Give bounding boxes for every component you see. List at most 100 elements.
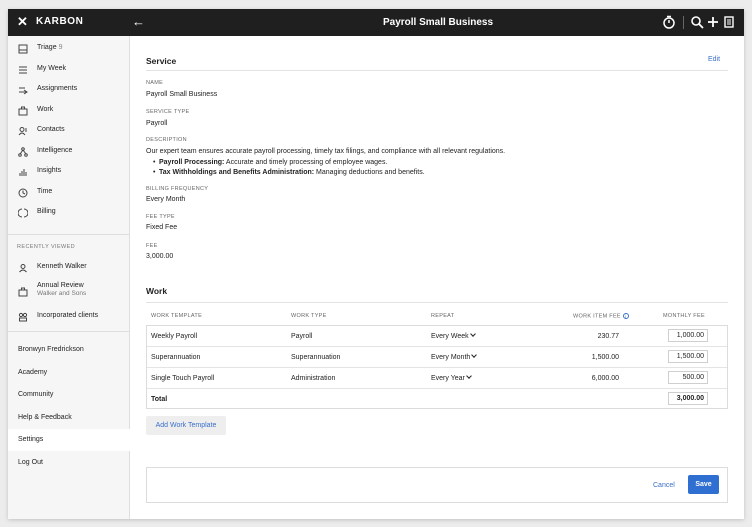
community-link[interactable]: Community — [8, 384, 130, 406]
close-icon[interactable]: ✕ — [17, 15, 28, 29]
sidebar-item-label: My Week — [37, 65, 67, 72]
sidebar-item-label: Insights — [37, 167, 62, 174]
work-heading: Work — [146, 286, 168, 296]
settings-link[interactable]: Settings — [8, 429, 130, 451]
form-footer — [146, 467, 728, 503]
billing-frequency-label: BILLING FREQUENCY — [146, 186, 209, 192]
contacts-icon — [18, 127, 27, 136]
service-heading: Service — [146, 56, 177, 66]
recent-item-label: Annual Review — [37, 282, 84, 289]
sidebar-item-label: Triage — [37, 44, 57, 51]
repeat-value: Every Month — [431, 354, 471, 361]
add-work-template-button[interactable]: Add Work Template — [146, 416, 226, 435]
total-row: Total 3,000.00 — [147, 389, 727, 410]
academy-link[interactable]: Academy — [8, 362, 130, 384]
name-label: NAME — [146, 80, 164, 86]
user-profile-link[interactable]: Bronwyn Fredrickson — [8, 339, 130, 361]
fee-type-label: FEE TYPE — [146, 214, 175, 220]
work-type-cell: Administration — [291, 375, 336, 382]
sidebar-item-triage[interactable]: Triage 9 — [8, 39, 130, 59]
work-type-cell: Superannuation — [291, 354, 341, 361]
help-feedback-label: Help & Feedback — [18, 414, 72, 421]
table-row: Superannuation Superannuation Every Mont… — [147, 347, 727, 368]
notes-icon[interactable] — [722, 15, 736, 29]
table-row: Weekly Payroll Payroll Every Week 230.77… — [147, 326, 727, 347]
work-item-fee-cell: 230.77 — [597, 333, 619, 340]
sidebar-item-intelligence[interactable]: Intelligence — [8, 142, 130, 162]
recent-item-incorporated-clients[interactable]: Incorporated clients — [8, 307, 130, 327]
work-item-fee-cell: 1,500.00 — [591, 354, 619, 361]
recently-viewed-heading: RECENTLY VIEWED — [17, 244, 76, 250]
monthly-fee-input[interactable]: 1,000.00 — [668, 329, 708, 342]
timer-icon[interactable] — [662, 15, 676, 29]
total-label: Total — [151, 396, 168, 403]
user-name: Bronwyn Fredrickson — [18, 346, 84, 353]
work-table: Weekly Payroll Payroll Every Week 230.77… — [146, 325, 728, 409]
network-icon — [18, 147, 28, 157]
edit-link[interactable]: Edit — [708, 56, 720, 63]
inbox-icon — [18, 44, 28, 54]
column-header-repeat: REPEAT — [431, 313, 455, 319]
sidebar-item-label: Work — [37, 106, 54, 113]
billing-frequency-value: Every Month — [146, 196, 186, 203]
sidebar-item-time[interactable]: Time — [8, 183, 130, 203]
topbar-divider — [683, 16, 684, 29]
repeat-value: Every Year — [431, 375, 465, 382]
sidebar-item-billing[interactable]: Billing — [8, 203, 130, 223]
settings-label: Settings — [18, 436, 44, 443]
recent-item-label: Incorporated clients — [37, 312, 99, 319]
recent-item-annual-review[interactable]: Annual Review Walker and Sons — [8, 279, 130, 305]
save-button[interactable]: Save — [688, 475, 719, 494]
bullet-item: • Payroll Processing: Accurate and timely… — [153, 159, 388, 166]
total-value: 3,000.00 — [668, 392, 708, 405]
chevron-down-icon — [471, 352, 478, 358]
fee-type-value: Fixed Fee — [146, 224, 178, 231]
cancel-button[interactable]: Cancel — [653, 482, 675, 489]
column-header-label: WORK ITEM FEE — [573, 313, 621, 320]
work-template-cell: Superannuation — [151, 354, 201, 361]
monthly-fee-input[interactable]: 500.00 — [668, 371, 708, 384]
triage-count-badge: 9 — [58, 44, 63, 51]
work-template-cell: Single Touch Payroll — [151, 375, 215, 382]
page-title: Payroll Small Business — [382, 17, 494, 28]
sidebar-item-label: Assignments — [37, 85, 78, 92]
back-arrow-icon[interactable]: ← — [132, 14, 145, 29]
repeat-select[interactable]: Every Year — [431, 373, 472, 382]
help-feedback-link[interactable]: Help & Feedback — [8, 407, 130, 429]
chevron-down-icon — [466, 373, 472, 379]
column-header-monthly-fee: MONTHLY FEE — [663, 313, 705, 319]
plus-icon[interactable] — [706, 15, 720, 29]
section-divider — [146, 70, 728, 71]
group-icon — [18, 312, 28, 322]
log-out-link[interactable]: Log Out — [8, 452, 130, 474]
repeat-select[interactable]: Every Month — [431, 352, 478, 361]
table-row: Single Touch Payroll Administration Ever… — [147, 368, 727, 389]
column-header-work-type: WORK TYPE — [291, 313, 327, 319]
clock-icon — [18, 188, 28, 198]
sidebar-divider — [8, 234, 130, 235]
repeat-value: Every Week — [431, 333, 469, 340]
repeat-select[interactable]: Every Week — [431, 331, 476, 340]
sidebar: Triage 9 My Week Assignments Work Contact… — [8, 36, 130, 519]
recent-item-kenneth-walker[interactable]: Kenneth Walker — [8, 258, 130, 278]
bullet-title: Tax Withholdings and Benefits Administra… — [159, 169, 315, 176]
search-icon[interactable] — [690, 15, 704, 29]
sidebar-item-assignments[interactable]: Assignments — [8, 80, 130, 100]
app-window: ✕ KARBON ← Payroll Small Business Triage… — [8, 9, 744, 519]
sidebar-item-my-week[interactable]: My Week — [8, 60, 130, 80]
sidebar-item-insights[interactable]: Insights — [8, 162, 130, 182]
academy-label: Academy — [18, 369, 48, 376]
recent-item-sublabel: Walker and Sons — [37, 290, 87, 297]
fee-value: 3,000.00 — [146, 253, 174, 260]
list-icon — [19, 66, 27, 74]
monthly-fee-input[interactable]: 1,500.00 — [668, 350, 708, 363]
sidebar-divider — [8, 331, 130, 332]
main-content: Service Edit NAME Payroll Small Business… — [131, 36, 744, 519]
service-type-label: SERVICE TYPE — [146, 109, 190, 115]
brand-logo: KARBON — [36, 16, 84, 27]
community-label: Community — [18, 391, 54, 398]
info-icon[interactable]: i — [622, 313, 629, 319]
sidebar-item-contacts[interactable]: Contacts — [8, 121, 130, 141]
briefcase-icon — [18, 287, 28, 297]
sidebar-item-work[interactable]: Work — [8, 101, 130, 121]
